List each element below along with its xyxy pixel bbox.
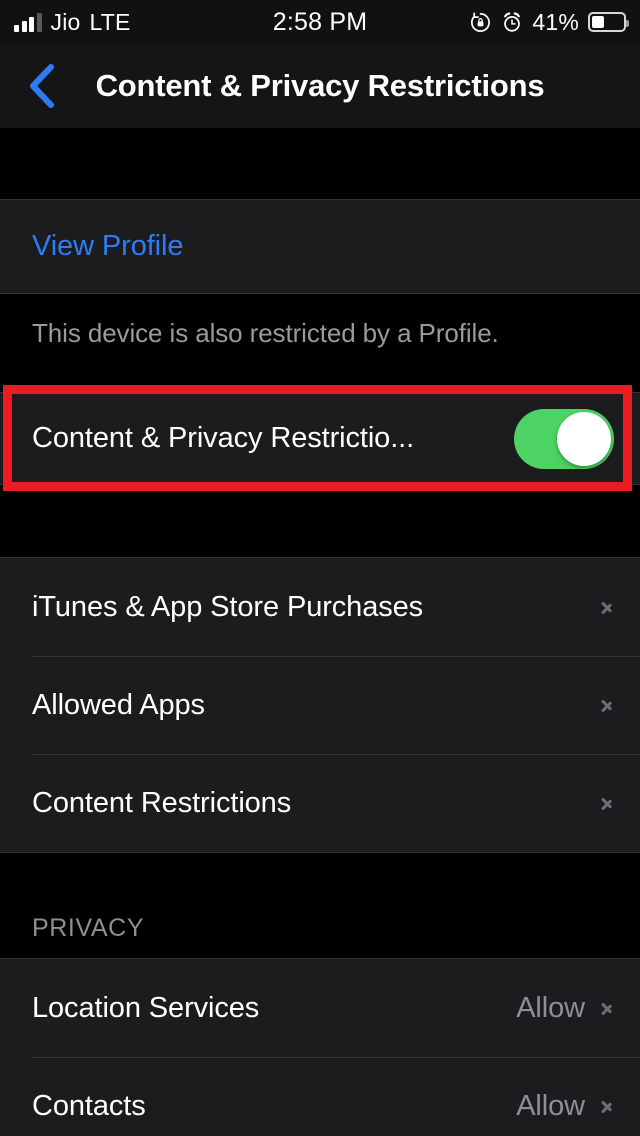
profile-footnote-wrapper: This device is also restricted by a Prof…: [0, 296, 640, 349]
navigation-bar: Content & Privacy Restrictions: [0, 44, 640, 128]
list-item-label: Contacts: [32, 1089, 146, 1122]
menu-item-content-restrictions[interactable]: Content Restrictions: [0, 754, 640, 852]
page-title: Content & Privacy Restrictions: [95, 68, 545, 103]
list-item-label: Content Restrictions: [32, 786, 292, 819]
list-item-label: Allowed Apps: [32, 688, 205, 721]
profile-footnote: This device is also restricted by a Prof…: [32, 318, 499, 348]
restrictions-toggle-section: Content & Privacy Restrictio...: [0, 392, 640, 485]
rotation-lock-icon: [469, 11, 492, 34]
chevron-right-icon: [601, 997, 614, 1019]
settings-screen: Jio LTE 2:58 PM 41% Content & Privacy Re…: [0, 0, 640, 1136]
list-item-value: Allow: [516, 1089, 585, 1122]
privacy-section-header-wrapper: PRIVACY: [0, 914, 640, 957]
menu-item-itunes-app-store-purchases[interactable]: iTunes & App Store Purchases: [0, 558, 640, 656]
content-privacy-restrictions-row[interactable]: Content & Privacy Restrictio...: [0, 393, 640, 484]
toggle-knob: [557, 411, 611, 466]
view-profile-label: View Profile: [32, 230, 184, 262]
battery-icon: [588, 12, 629, 32]
status-bar: Jio LTE 2:58 PM 41%: [0, 0, 640, 44]
list-item-value: Allow: [516, 991, 585, 1024]
restrictions-menu-section: iTunes & App Store Purchases Allowed App…: [0, 557, 640, 853]
content-privacy-restrictions-label: Content & Privacy Restrictio...: [32, 422, 415, 454]
view-profile-row[interactable]: View Profile: [0, 200, 640, 293]
privacy-section-header: PRIVACY: [32, 914, 145, 942]
battery-percentage-label: 41%: [532, 8, 579, 35]
back-button[interactable]: [14, 44, 68, 128]
alarm-clock-icon: [501, 11, 523, 34]
chevron-right-icon: [601, 694, 614, 716]
status-bar-right: 41%: [469, 8, 629, 36]
list-item-label: Location Services: [32, 991, 260, 1024]
content-privacy-restrictions-toggle[interactable]: [514, 408, 614, 469]
menu-item-contacts[interactable]: Contacts Allow: [0, 1057, 640, 1136]
menu-item-location-services[interactable]: Location Services Allow: [0, 959, 640, 1057]
menu-item-allowed-apps[interactable]: Allowed Apps: [0, 656, 640, 754]
list-item-label: iTunes & App Store Purchases: [32, 590, 424, 623]
chevron-right-icon: [601, 1095, 614, 1117]
chevron-left-icon: [30, 64, 54, 108]
profile-section: View Profile: [0, 199, 640, 294]
privacy-section: Location Services Allow Contacts Allow: [0, 958, 640, 1136]
chevron-right-icon: [601, 596, 614, 618]
chevron-right-icon: [601, 792, 614, 814]
